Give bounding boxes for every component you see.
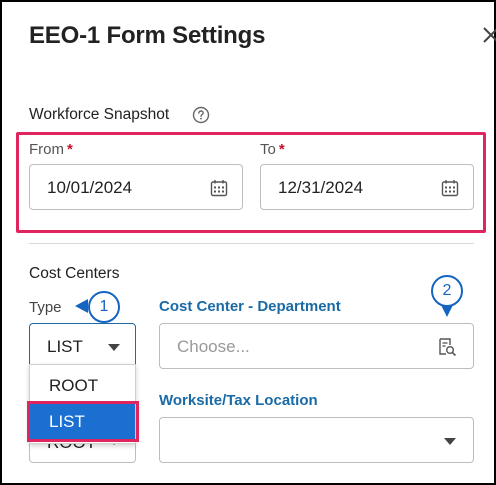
chevron-down-icon — [444, 438, 456, 445]
lookup-icon[interactable] — [437, 337, 457, 357]
help-circle-icon[interactable] — [192, 106, 210, 124]
callout-badge-1: 1 — [88, 291, 120, 323]
dropdown-option-root[interactable]: ROOT — [30, 367, 135, 405]
chevron-down-icon — [108, 344, 120, 351]
to-required-mark: * — [278, 141, 285, 158]
worksite-select[interactable] — [159, 417, 474, 463]
workforce-snapshot-label: Workforce Snapshot — [29, 106, 170, 123]
type-label: Type — [29, 299, 62, 316]
cost-centers-label: Cost Centers — [29, 265, 120, 282]
to-date-input[interactable]: 12/31/2024 — [260, 164, 474, 210]
calendar-icon[interactable] — [210, 179, 228, 197]
department-placeholder: Choose... — [177, 337, 250, 356]
type-select-value: LIST — [47, 337, 83, 356]
to-date-value: 12/31/2024 — [278, 178, 364, 197]
to-label: To * — [260, 141, 285, 158]
type-select[interactable]: LIST — [29, 323, 136, 369]
department-label: Cost Center - Department — [159, 298, 341, 315]
worksite-label: Worksite/Tax Location — [159, 392, 318, 409]
to-label-text: To — [260, 141, 276, 158]
from-date-value: 10/01/2024 — [47, 178, 133, 197]
department-input[interactable]: Choose... — [159, 323, 474, 369]
section-divider — [29, 243, 474, 244]
close-icon[interactable] — [480, 22, 496, 48]
callout-1-pointer — [75, 299, 88, 313]
from-label-text: From — [29, 141, 64, 158]
from-required-mark: * — [67, 141, 73, 158]
calendar-icon[interactable] — [441, 179, 459, 197]
option-highlight-box — [27, 401, 139, 442]
callout-badge-2: 2 — [431, 275, 463, 307]
settings-dialog: EEO-1 Form Settings Workforce Snapshot F… — [0, 0, 496, 485]
from-date-input[interactable]: 10/01/2024 — [29, 164, 243, 210]
callout-2-pointer — [441, 305, 453, 317]
from-label: From * — [29, 141, 73, 158]
dialog-title: EEO-1 Form Settings — [29, 22, 266, 49]
